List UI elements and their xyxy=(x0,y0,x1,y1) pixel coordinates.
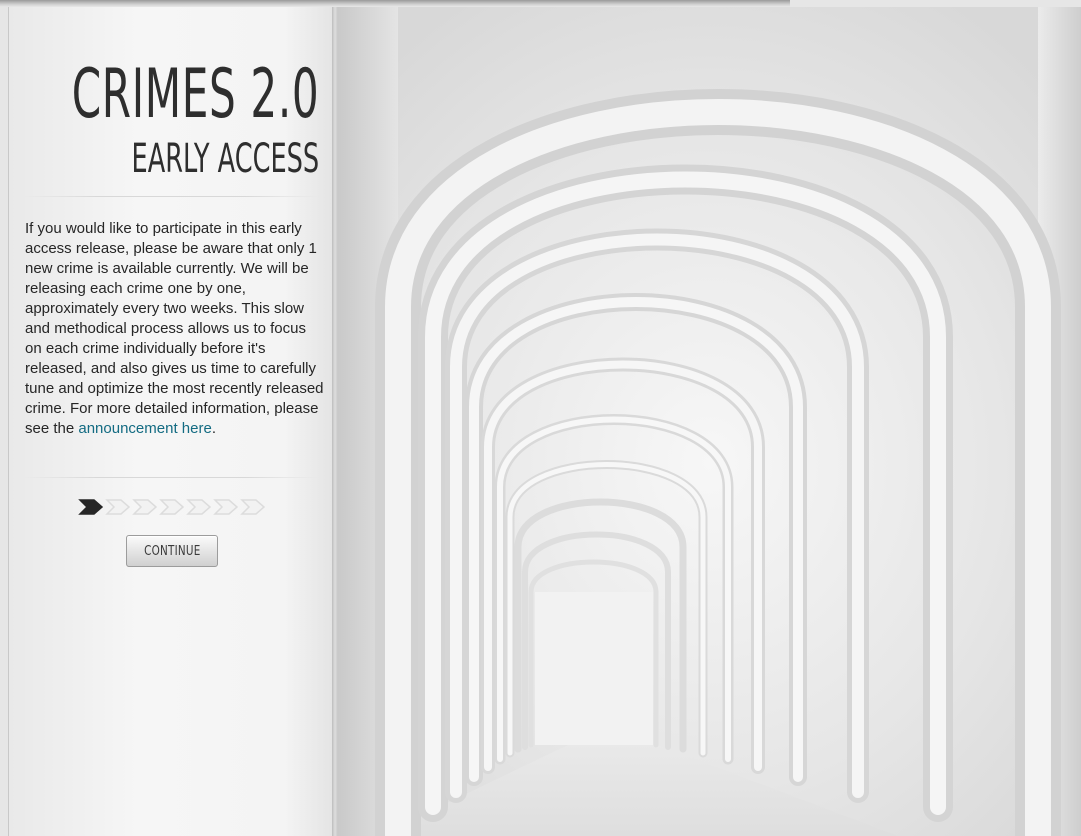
description-end: . xyxy=(211,420,216,437)
announcement-link[interactable]: announcement here xyxy=(78,420,211,437)
chevron-arrow-icon xyxy=(240,499,266,515)
continue-button[interactable]: CONTINUE xyxy=(126,535,218,567)
progress-steps xyxy=(78,499,266,515)
chevron-arrow-icon xyxy=(213,499,239,515)
page-subtitle: EARLY ACCESS xyxy=(131,136,319,182)
chevron-arrow-icon xyxy=(186,499,212,515)
chevron-arrow-icon xyxy=(159,499,185,515)
divider xyxy=(23,196,319,197)
sidebar-panel: CRIMES 2.0 EARLY ACCESS If you would lik… xyxy=(8,7,333,836)
description-body: If you would like to participate in this… xyxy=(25,220,324,437)
description-text: If you would like to participate in this… xyxy=(25,219,325,439)
page-title: CRIMES 2.0 xyxy=(71,55,319,134)
chevron-arrow-icon xyxy=(78,499,104,515)
panel-edge xyxy=(332,7,338,836)
hallway-arches-image xyxy=(338,7,1081,836)
top-border xyxy=(0,0,790,7)
chevron-arrow-icon xyxy=(132,499,158,515)
chevron-arrow-icon xyxy=(105,499,131,515)
continue-label: CONTINUE xyxy=(143,543,201,559)
divider xyxy=(23,477,319,478)
